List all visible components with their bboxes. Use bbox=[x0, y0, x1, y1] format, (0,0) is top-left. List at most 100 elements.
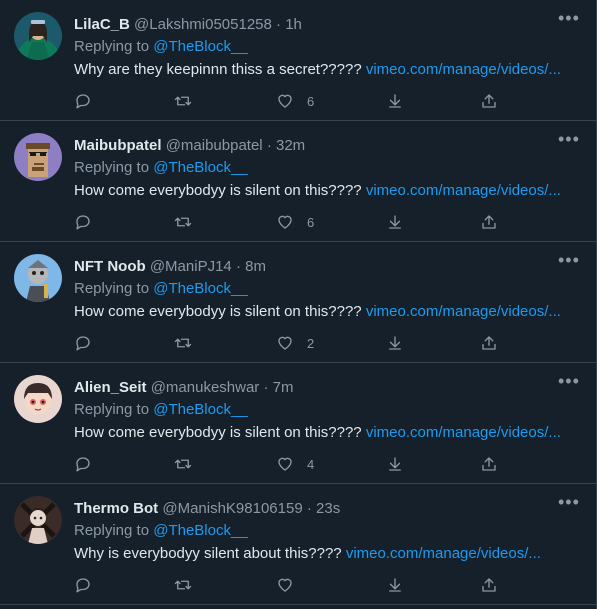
display-name[interactable]: Maibubpatel bbox=[74, 137, 162, 154]
timestamp[interactable]: 23s bbox=[316, 500, 340, 517]
download-arrow-icon bbox=[389, 336, 401, 350]
reply-button[interactable] bbox=[74, 574, 92, 596]
separator-dot: · bbox=[266, 137, 272, 154]
retweet-icon bbox=[174, 96, 192, 106]
like-button[interactable]: 6 bbox=[276, 90, 314, 112]
tweet-actions: 4 bbox=[74, 453, 514, 475]
reply-button[interactable] bbox=[74, 211, 92, 233]
tweet-body-text: How come everybodyy is silent on this???… bbox=[74, 303, 362, 320]
separator-dot: · bbox=[263, 379, 269, 396]
user-handle[interactable]: @Lakshmi05051258 bbox=[134, 16, 272, 33]
mention-link[interactable]: @TheBlock__ bbox=[153, 38, 247, 55]
avatar[interactable] bbox=[14, 254, 62, 302]
heart-icon bbox=[278, 457, 292, 471]
mention-link[interactable]: @TheBlock__ bbox=[153, 280, 247, 297]
timestamp[interactable]: 32m bbox=[276, 137, 305, 154]
replying-label: Replying to bbox=[74, 401, 154, 418]
more-options-icon[interactable]: ••• bbox=[558, 9, 579, 32]
avatar[interactable] bbox=[14, 133, 62, 181]
tweet[interactable]: NFT Noob @ManiPJ14 · 8m ••• Replying to … bbox=[0, 242, 596, 363]
share-down-button[interactable] bbox=[386, 453, 404, 475]
tweet-body-text: Why are they keepinnn thiss a secret????… bbox=[74, 61, 362, 78]
avatar[interactable] bbox=[14, 12, 62, 60]
share-button[interactable] bbox=[480, 332, 498, 354]
display-name[interactable]: Alien_Seit bbox=[74, 379, 147, 396]
retweet-button[interactable] bbox=[174, 574, 192, 596]
avatar[interactable] bbox=[14, 496, 62, 544]
display-name[interactable]: LilaC_B bbox=[74, 16, 130, 33]
user-handle[interactable]: @manukeshwar bbox=[151, 379, 260, 396]
mention-link[interactable]: @TheBlock__ bbox=[153, 401, 247, 418]
user-handle[interactable]: @ManishK98106159 bbox=[162, 500, 302, 517]
replying-label: Replying to bbox=[74, 522, 154, 539]
like-count: 2 bbox=[307, 335, 315, 351]
tweet-link[interactable]: vimeo.com/manage/videos/... bbox=[366, 182, 561, 199]
tweet[interactable]: Thermo Bot @ManishK98106159 · 23s ••• Re… bbox=[0, 484, 596, 605]
display-name[interactable]: NFT Noob bbox=[74, 258, 146, 275]
retweet-button[interactable] bbox=[174, 90, 192, 112]
upload-icon bbox=[482, 215, 496, 229]
more-options-icon[interactable]: ••• bbox=[558, 493, 579, 516]
mention-link[interactable]: @TheBlock__ bbox=[153, 522, 247, 539]
tweet-text: How come everybodyy is silent on this???… bbox=[74, 423, 561, 442]
tweet-text: Why are they keepinnn thiss a secret????… bbox=[74, 60, 561, 79]
timestamp[interactable]: 8m bbox=[245, 258, 266, 275]
like-button[interactable] bbox=[276, 574, 307, 596]
mention-link[interactable]: @TheBlock__ bbox=[153, 159, 247, 176]
share-down-button[interactable] bbox=[386, 211, 404, 233]
replying-to: Replying to @TheBlock__ bbox=[74, 158, 248, 177]
heart-icon bbox=[278, 215, 292, 229]
tweet-header: Alien_Seit @manukeshwar · 7m bbox=[74, 378, 294, 398]
user-handle[interactable]: @maibubpatel bbox=[166, 137, 263, 154]
retweet-button[interactable] bbox=[174, 211, 192, 233]
share-down-button[interactable] bbox=[386, 574, 404, 596]
tweet-header: Thermo Bot @ManishK98106159 · 23s bbox=[74, 499, 340, 519]
tweet[interactable]: LilaC_B @Lakshmi05051258 · 1h ••• Replyi… bbox=[0, 0, 596, 121]
like-button[interactable]: 2 bbox=[276, 332, 314, 354]
retweet-button[interactable] bbox=[174, 453, 192, 475]
tweet-feed: LilaC_B @Lakshmi05051258 · 1h ••• Replyi… bbox=[0, 0, 597, 609]
share-down-button[interactable] bbox=[386, 90, 404, 112]
separator-dot: · bbox=[276, 16, 282, 33]
bot-avatar-image bbox=[14, 496, 62, 544]
like-button[interactable]: 6 bbox=[276, 211, 314, 233]
upload-icon bbox=[482, 578, 496, 592]
timestamp[interactable]: 7m bbox=[273, 379, 294, 396]
like-count: 6 bbox=[307, 93, 315, 109]
tweet[interactable]: Maibubpatel @maibubpatel · 32m ••• Reply… bbox=[0, 121, 596, 242]
tweet-link[interactable]: vimeo.com/manage/videos/... bbox=[366, 303, 561, 320]
reply-icon bbox=[76, 336, 90, 351]
reply-icon bbox=[76, 457, 90, 472]
replying-label: Replying to bbox=[74, 280, 154, 297]
user-handle[interactable]: @ManiPJ14 bbox=[150, 258, 232, 275]
tweet-text: Why is everybodyy silent about this???? … bbox=[74, 544, 541, 563]
retweet-button[interactable] bbox=[174, 332, 192, 354]
tweet-link[interactable]: vimeo.com/manage/videos/... bbox=[366, 61, 561, 78]
tweet-link[interactable]: vimeo.com/manage/videos/... bbox=[346, 545, 541, 562]
share-button[interactable] bbox=[480, 574, 498, 596]
share-button[interactable] bbox=[480, 453, 498, 475]
share-button[interactable] bbox=[480, 90, 498, 112]
tweet[interactable]: Alien_Seit @manukeshwar · 7m ••• Replyin… bbox=[0, 363, 596, 484]
more-options-icon[interactable]: ••• bbox=[558, 130, 579, 153]
share-down-button[interactable] bbox=[386, 332, 404, 354]
tweet-text: How come everybodyy is silent on this???… bbox=[74, 302, 561, 321]
timestamp[interactable]: 1h bbox=[285, 16, 302, 33]
more-options-icon[interactable]: ••• bbox=[558, 251, 579, 274]
separator-dot: · bbox=[235, 258, 241, 275]
separator-dot: · bbox=[306, 500, 312, 517]
replying-to: Replying to @TheBlock__ bbox=[74, 37, 248, 56]
tweet-header: LilaC_B @Lakshmi05051258 · 1h bbox=[74, 15, 302, 35]
reply-button[interactable] bbox=[74, 332, 92, 354]
tweet-body-text: Why is everybodyy silent about this???? bbox=[74, 545, 342, 562]
tweet-link[interactable]: vimeo.com/manage/videos/... bbox=[366, 424, 561, 441]
like-button[interactable]: 4 bbox=[276, 453, 314, 475]
upload-icon bbox=[482, 457, 496, 471]
reply-button[interactable] bbox=[74, 90, 92, 112]
display-name[interactable]: Thermo Bot bbox=[74, 500, 158, 517]
avatar[interactable] bbox=[14, 375, 62, 423]
reply-button[interactable] bbox=[74, 453, 92, 475]
share-button[interactable] bbox=[480, 211, 498, 233]
more-options-icon[interactable]: ••• bbox=[558, 372, 579, 395]
upload-icon bbox=[482, 336, 496, 350]
